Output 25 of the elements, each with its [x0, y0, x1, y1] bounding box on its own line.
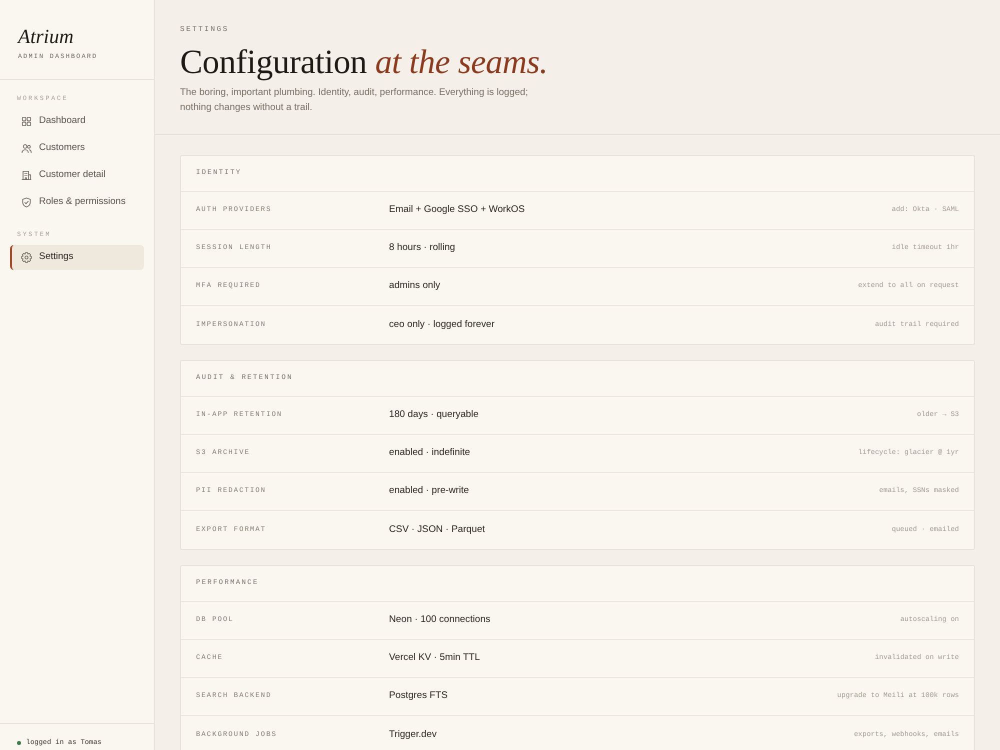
brand-title: Atrium: [18, 26, 74, 48]
setting-value: CSV · JSON · Parquet: [389, 522, 485, 537]
building-icon: [21, 170, 32, 181]
setting-value: Trigger.dev: [389, 728, 437, 742]
shield-icon: [21, 197, 32, 208]
setting-value: ceo only · logged forever: [389, 318, 495, 332]
settings-icon: [21, 252, 32, 263]
nav-item[interactable]: Customer detail: [10, 163, 144, 188]
setting-value: Postgres FTS: [389, 689, 448, 704]
users-icon: [21, 143, 32, 154]
nav-item[interactable]: Settings: [10, 245, 144, 270]
setting-value: 8 hours · rolling: [389, 241, 456, 256]
nav-item[interactable]: Roles & permissions: [10, 190, 144, 215]
setting-value: admins only: [389, 279, 440, 294]
setting-value: enabled · indefinite: [389, 446, 470, 460]
page-description: The boring, important plumbing. Identity, audit, performance. Everything is logged; nothing changes without a trail.: [180, 86, 530, 115]
setting-value: Neon · 100 connections: [389, 613, 490, 628]
nav-item[interactable]: Customers: [10, 136, 144, 161]
setting-value: 180 days · queryable: [389, 408, 479, 422]
nav-item[interactable]: Dashboard: [10, 109, 144, 134]
page-title: Configuration at the seams.: [180, 45, 548, 81]
setting-value: Vercel KV · 5min TTL: [389, 651, 480, 666]
grid-icon: [21, 116, 32, 127]
setting-value: Email + Google SSO + WorkOS: [389, 203, 525, 218]
setting-value: enabled · pre-write: [389, 484, 469, 498]
